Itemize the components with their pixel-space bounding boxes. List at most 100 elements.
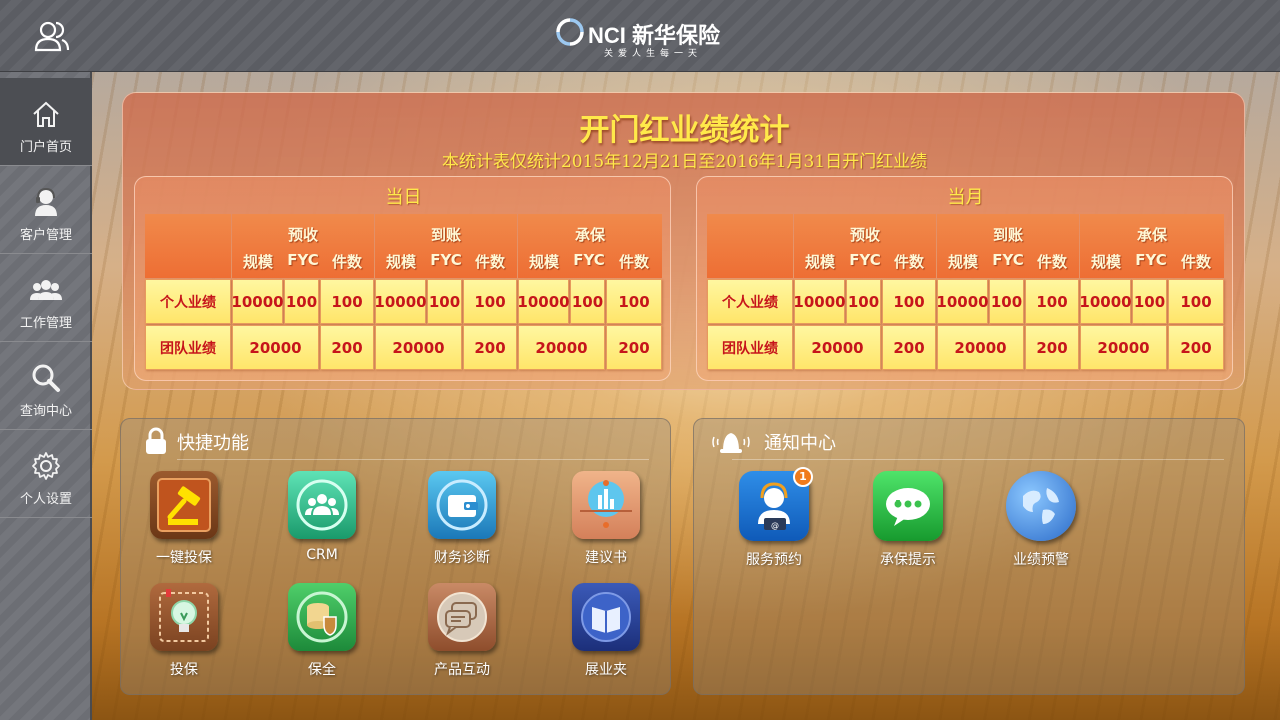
sidebar-item-label: 门户首页 [19,140,72,155]
divider [732,459,1224,460]
chart-folder-icon [572,471,640,539]
column-header: 件数 [893,253,924,271]
stats-subtitle: 本统计表仅统计2015年12月21日至2016年1月31日开门红业绩 [441,152,928,172]
column-header: 规模 [1090,253,1121,271]
table-cell: 200 [882,325,936,370]
table-cell: 20000 [518,325,605,370]
sidebar-item-settings[interactable]: 个人设置 [0,430,92,518]
quick-tile-one-click-insure[interactable]: 一键投保 [139,471,229,567]
table-cell: 200 [1025,325,1079,370]
sidebar-item-search[interactable]: 查询中心 [0,342,92,430]
book-icon [572,583,640,651]
user-account-icon[interactable] [34,20,70,52]
performance-stats-panel: 开门红业绩统计 本统计表仅统计2015年12月21日至2016年1月31日开门红… [122,92,1245,390]
wallet-icon [428,471,496,539]
table-cell: 100 [320,279,374,324]
gear-icon [32,452,60,480]
daily-stats-table: 预收 到账 承保 规模 FYC 件数 规模 FYC 件数 规模 FYC 件数 个… [145,214,662,372]
monthly-stats-title: 当月 [947,187,984,208]
table-cell: 100 [846,279,881,324]
table-cell: 10000 [936,279,989,324]
quick-tile-crm[interactable]: CRM [277,471,367,563]
quick-functions-panel: 快捷功能 一键投保 CRM 财务诊断 建议书 投保 保全 产品互动 展业夹 [120,418,671,695]
quick-functions-title: 快捷功能 [177,433,249,454]
service-agent-icon: @ 1 [739,467,813,541]
tile-label: 投保 [170,662,198,678]
table-cell: 10000 [793,279,846,324]
table-cell: 100 [1025,279,1079,324]
sidebar-item-label: 个人设置 [19,492,72,507]
column-header: FYC [287,251,319,269]
column-header: 件数 [331,253,362,271]
table-cell: 100 [606,279,662,324]
table-corner [707,214,793,278]
notice-tile-underwriting-tips[interactable]: 承保提示 [863,471,953,569]
table-cell: 10000 [517,279,570,324]
table-cell: 20000 [375,325,462,370]
table-cell: 200 [606,325,662,370]
quick-tile-insure[interactable]: 投保 [139,583,229,679]
daily-stats-panel: 当日 预收 到账 承保 规模 FYC 件数 规模 FYC 件数 规模 FYC 件… [134,176,671,381]
column-header: 件数 [1180,253,1211,271]
team-icon [30,280,62,300]
monthly-stats-panel: 当月 预收 到账 承保 规模 FYC 件数 规模 FYC 件数 规模 FYC 件… [696,176,1233,381]
divider [177,459,649,460]
sidebar-item-label: 客户管理 [19,228,72,243]
row-label: 团队业绩 [707,325,793,370]
notification-badge: 1 [793,467,813,487]
column-header: FYC [849,251,881,269]
tile-label: 展业夹 [585,662,627,678]
gavel-icon [150,471,218,539]
column-header: 件数 [1036,253,1067,271]
stats-title: 开门红业绩统计 [579,113,790,148]
table-cell: 100 [570,279,605,324]
table-cell: 200 [463,325,517,370]
quick-tile-sales-folder[interactable]: 展业夹 [561,583,651,679]
sidebar-item-home[interactable]: 门户首页 [0,78,92,166]
table-cell: 100 [284,279,319,324]
table-cell: 100 [882,279,936,324]
top-bar: NCI 新华保险 关爱人生每一天 [0,0,1280,72]
column-header: 规模 [947,253,978,271]
table-cell: 100 [427,279,462,324]
table-cell: 200 [1168,325,1224,370]
crm-people-icon [288,471,356,539]
quick-tile-proposal[interactable]: 建议书 [561,471,651,567]
column-header: 件数 [474,253,505,271]
row-label: 个人业绩 [707,279,793,324]
notification-title: 通知中心 [764,433,836,454]
customer-service-icon [35,187,57,216]
globe-icon [1006,471,1076,541]
sidebar-item-work[interactable]: 工作管理 [0,254,92,342]
tile-label: 保全 [308,662,336,678]
table-cell: 100 [989,279,1024,324]
table-cell: 10000 [231,279,284,324]
notification-panel: 通知中心 @ 1 服务预约 承保提示 业绩预警 [693,418,1245,695]
lightbulb-icon [150,583,218,651]
table-corner [145,214,231,278]
shield-database-icon [288,583,356,651]
tile-label: 业绩预警 [1013,552,1069,568]
sidebar-item-customer[interactable]: 客户管理 [0,166,92,254]
column-header: 规模 [528,253,559,271]
column-header: FYC [430,251,462,269]
column-header: FYC [573,251,605,269]
table-cell: 200 [320,325,374,370]
column-header: FYC [1135,251,1167,269]
tile-label: 服务预约 [746,552,802,568]
notice-tile-performance-warning[interactable]: 业绩预警 [996,471,1086,569]
column-header: 规模 [242,253,273,271]
tile-label: 承保提示 [880,552,936,568]
table-cell: 10000 [1079,279,1132,324]
lock-icon [146,427,166,454]
notice-tile-service-booking[interactable]: @ 1 服务预约 [729,467,819,569]
table-cell: 100 [1132,279,1167,324]
column-header: 规模 [385,253,416,271]
quick-tile-finance-diagnosis[interactable]: 财务诊断 [417,471,507,567]
row-label: 团队业绩 [145,325,231,370]
bell-icon [712,433,750,453]
quick-tile-product-interaction[interactable]: 产品互动 [417,583,507,679]
quick-tile-preservation[interactable]: 保全 [277,583,367,679]
table-cell: 100 [1168,279,1224,324]
table-cell: 20000 [937,325,1024,370]
